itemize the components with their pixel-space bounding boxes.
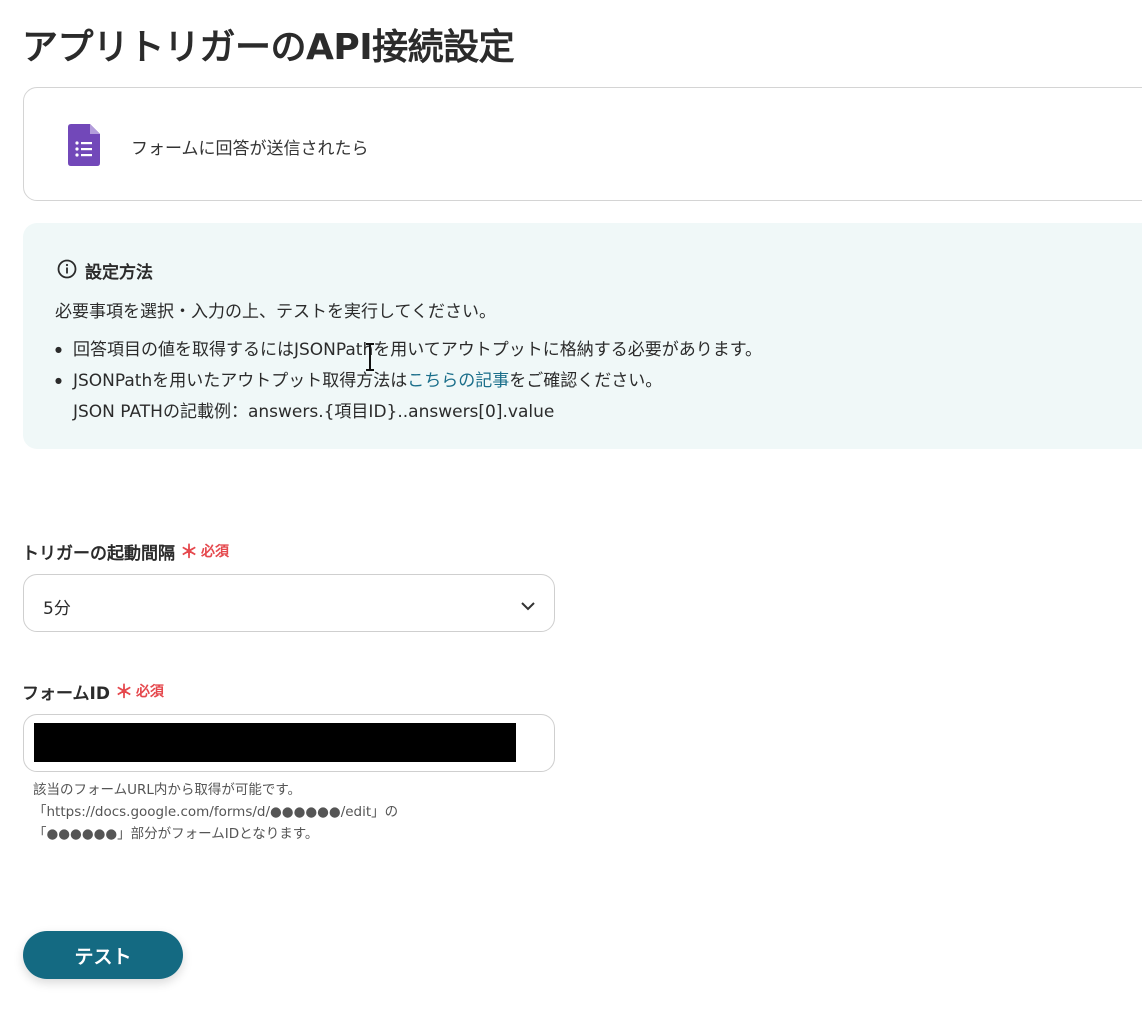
page-title: アプリトリガーのAPI接続設定 <box>22 27 515 68</box>
form-id-input[interactable] <box>23 714 555 772</box>
required-badge: 必須 <box>201 544 229 560</box>
chevron-down-icon <box>520 597 536 616</box>
required-asterisk: ＊ <box>180 542 198 563</box>
setup-instructions-box: 設定方法 必要事項を選択・入力の上、テストを実行してください。 回答項目の値を取… <box>23 223 1142 449</box>
info-item-article: JSONPathを用いたアウトプット取得方法はこちらの記事をご確認ください。 <box>73 371 663 391</box>
info-title-row: 設定方法 <box>57 258 153 283</box>
info-intro: 必要事項を選択・入力の上、テストを実行してください。 <box>55 302 496 322</box>
redacted-value <box>34 723 516 762</box>
info-title: 設定方法 <box>85 263 153 283</box>
select-value: 5分 <box>43 599 71 619</box>
json-path-example: JSON PATHの記載例：answers.{項目ID}..answers[0]… <box>73 402 555 422</box>
trigger-event-label: フォームに回答が送信されたら <box>131 139 369 159</box>
test-button[interactable]: テスト <box>23 931 183 979</box>
info-icon <box>57 259 77 283</box>
trigger-app-card: フォームに回答が送信されたら <box>23 87 1142 201</box>
article-link[interactable]: こちらの記事 <box>407 371 509 391</box>
required-badge: 必須 <box>135 684 164 700</box>
trigger-interval-select[interactable]: 5分 <box>23 574 555 632</box>
trigger-interval-label: トリガーの起動間隔 ＊ 必須 <box>22 538 229 564</box>
form-id-label: フォームID ＊ 必須 <box>22 678 164 704</box>
list-item: JSONPathを用いたアウトプット取得方法はこちらの記事をご確認ください。 <box>55 367 762 398</box>
form-id-help-text: 該当のフォームURL内から取得が可能です。 「https://docs.goog… <box>33 782 399 842</box>
list-item: 回答項目の値を取得するにはJSONPathを用いてアウトプットに格納する必要があ… <box>55 336 762 367</box>
info-list: 回答項目の値を取得するにはJSONPathを用いてアウトプットに格納する必要があ… <box>55 336 762 426</box>
info-item-jsonpath-note: 回答項目の値を取得するにはJSONPathを用いてアウトプットに格納する必要があ… <box>73 340 763 360</box>
bullet <box>55 336 73 367</box>
text-cursor-icon <box>366 343 374 371</box>
bullet <box>55 367 73 398</box>
google-forms-icon <box>68 124 100 170</box>
required-asterisk: ＊ <box>114 682 133 703</box>
